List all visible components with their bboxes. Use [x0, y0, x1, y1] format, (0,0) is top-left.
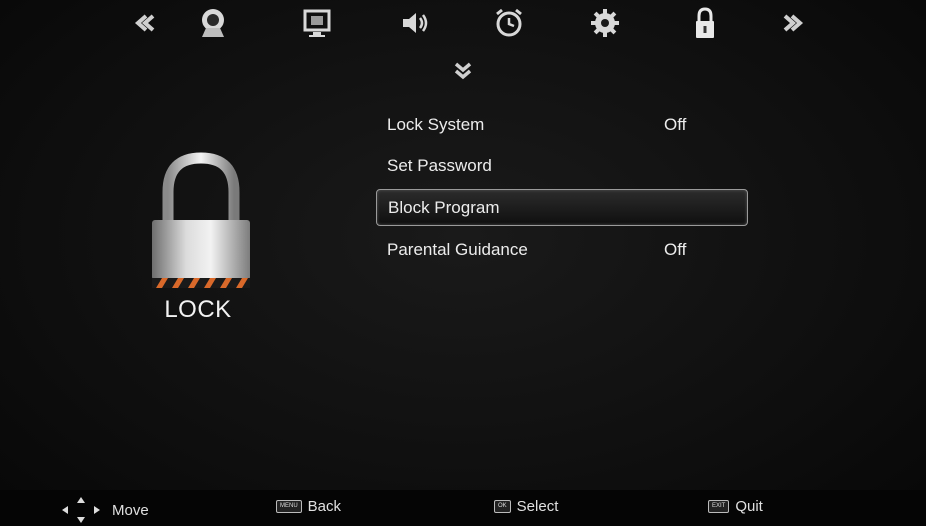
hint-quit: EXIT Quit — [708, 498, 763, 515]
hint-select: OK Select — [494, 498, 558, 515]
hint-quit-label: Quit — [735, 498, 763, 515]
hint-bar: Move MENU Back OK Select EXIT Quit — [0, 490, 926, 526]
gear-icon[interactable] — [588, 6, 622, 40]
exit-key-icon: EXIT — [708, 500, 730, 513]
speaker-icon[interactable] — [398, 6, 432, 40]
menu-item-label: Block Program — [388, 197, 500, 217]
ok-key-icon: OK — [494, 500, 511, 513]
hint-back-label: Back — [307, 498, 342, 515]
double-chevron-right-icon[interactable] — [776, 6, 810, 40]
dpad-arrows-icon — [62, 497, 100, 523]
chevron-down-icon — [449, 58, 477, 84]
hint-move: Move — [58, 496, 149, 524]
alarm-clock-icon[interactable] — [492, 6, 526, 40]
menu-item-label: Lock System — [387, 114, 485, 134]
tv-osd-screen: LOCK Lock System Off Set Password Block … — [0, 0, 926, 526]
picture-icon[interactable] — [196, 6, 230, 40]
menu-item-parental-guidance[interactable]: Parental Guidance Off — [376, 229, 748, 270]
menu-item-lock-system[interactable]: Lock System Off — [376, 104, 748, 145]
padlock-icon[interactable] — [688, 6, 722, 40]
menu-item-value: Off — [664, 239, 687, 259]
page-title: LOCK — [164, 296, 232, 323]
top-menu-bar — [0, 0, 926, 48]
menu-item-value: Off — [664, 114, 687, 134]
menu-item-label: Parental Guidance — [387, 239, 528, 259]
hint-select-label: Select — [516, 498, 559, 515]
menu-key-icon: MENU — [276, 500, 302, 513]
menu-item-set-password[interactable]: Set Password — [376, 145, 748, 186]
lock-graphic — [146, 150, 256, 300]
screen-icon[interactable] — [300, 6, 334, 40]
hint-move-label: Move — [112, 501, 149, 519]
hint-back: MENU Back — [276, 498, 341, 515]
menu-item-label: Set Password — [387, 155, 492, 175]
menu-item-block-program[interactable]: Block Program — [376, 189, 748, 226]
lock-menu-list: Lock System Off Set Password Block Progr… — [376, 104, 748, 270]
double-chevron-left-icon[interactable] — [128, 6, 162, 40]
